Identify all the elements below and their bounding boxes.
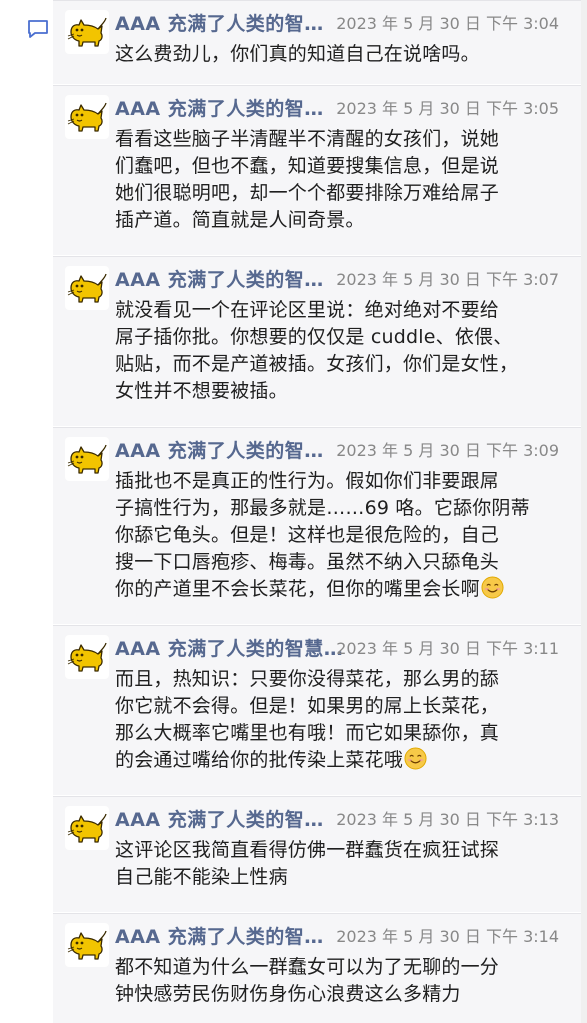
comment-text: 这么费劲儿，你们真的知道自己在说啥吗。 — [115, 41, 555, 68]
comment-line: 插产道。简直就是人间奇景。 — [115, 209, 365, 231]
avatar[interactable] — [65, 95, 109, 139]
smiling-face-emoji-icon — [481, 576, 504, 599]
comment-line: 搜一下口唇疱疹、梅毒。虽然不纳入只舔龟头 — [115, 551, 500, 573]
comment-item[interactable]: AAA 充满了人类的智… 2023 年 5 月 30 日 下午 3:04 这么费… — [53, 0, 587, 84]
comment-text: 就没看见一个在评论区里说：绝对绝对不要给 屌子插你批。你想要的仅仅是 cuddl… — [115, 297, 555, 405]
yellow-cat-avatar-icon — [65, 95, 109, 139]
comment-line: 就没看见一个在评论区里说：绝对绝对不要给 — [115, 299, 500, 321]
avatar[interactable] — [65, 635, 109, 679]
comment-line: 看看这些脑子半清醒半不清醒的女孩们，说她 — [115, 128, 500, 150]
comment-thread: AAA 充满了人类的智… 2023 年 5 月 30 日 下午 3:04 这么费… — [53, 0, 587, 1023]
comment-timestamp: 2023 年 5 月 30 日 下午 3:13 — [336, 810, 559, 829]
yellow-cat-avatar-icon — [65, 10, 109, 54]
comment-line: 钟快感劳民伤财伤身伤心浪费这么多精力 — [115, 983, 461, 1005]
comment-line: 屌子插你批。你想要的仅仅是 cuddle、依偎、 — [115, 326, 513, 348]
yellow-cat-avatar-icon — [65, 437, 109, 481]
comment-author[interactable]: AAA 充满了人类的智… — [115, 922, 324, 949]
comment-text: 这评论区我简直看得仿佛一群蠢货在疯狂试探 自己能不能染上性病 — [115, 837, 555, 891]
comment-item[interactable]: AAA 充满了人类的智… 2023 年 5 月 30 日 下午 3:13 这评论… — [53, 796, 587, 912]
comment-line: 这么费劲儿，你们真的知道自己在说啥吗。 — [115, 43, 480, 65]
comment-line: 自己能不能染上性病 — [115, 866, 288, 888]
yellow-cat-avatar-icon — [65, 635, 109, 679]
comment-line: 那么大概率它嘴里也有哦！而它如果舔你，真 — [115, 722, 500, 744]
comment-timestamp: 2023 年 5 月 30 日 下午 3:07 — [336, 270, 559, 289]
smiling-face-emoji-icon — [404, 747, 427, 770]
comment-author[interactable]: AAA 充满了人类的智… — [115, 805, 324, 832]
comment-line: 你它就不会得。但是！如果男的屌上长菜花， — [115, 695, 500, 717]
comment-item[interactable]: AAA 充满了人类的智… 2023 年 5 月 30 日 下午 3:07 就没看… — [53, 256, 587, 426]
avatar[interactable] — [65, 437, 109, 481]
comment-line: 们蠢吧，但也不蠢，知道要搜集信息，但是说 — [115, 155, 500, 177]
comment-line: 都不知道为什么一群蠢女可以为了无聊的一分 — [115, 956, 500, 978]
comment-text: 都不知道为什么一群蠢女可以为了无聊的一分 钟快感劳民伤财伤身伤心浪费这么多精力 — [115, 954, 555, 1008]
avatar[interactable] — [65, 923, 109, 967]
comment-item[interactable]: AAA 充满了人类的智… 2023 年 5 月 30 日 下午 3:14 都不知… — [53, 913, 587, 1023]
comment-timestamp: 2023 年 5 月 30 日 下午 3:09 — [336, 441, 559, 460]
comment-line: 贴贴，而不是产道被插。女孩们，你们是女性， — [115, 353, 519, 375]
comment-item[interactable]: AAA 充满了人类的智慧… 2023 年 5 月 30 日 下午 3:11 而且… — [53, 625, 587, 795]
comment-line: 你舔它龟头。但是！这样也是很危险的，自己 — [115, 524, 500, 546]
comment-timestamp: 2023 年 5 月 30 日 下午 3:05 — [336, 99, 559, 118]
comment-author[interactable]: AAA 充满了人类的智… — [115, 265, 324, 292]
yellow-cat-avatar-icon — [65, 806, 109, 850]
comment-timestamp: 2023 年 5 月 30 日 下午 3:04 — [336, 14, 559, 33]
avatar[interactable] — [65, 266, 109, 310]
comment-line: 你的产道里不会长菜花，但你的嘴里会长啊 — [115, 576, 555, 603]
comment-line: 而且，热知识：只要你没得菜花，那么男的舔 — [115, 668, 500, 690]
comment-text: 插批也不是真正的性行为。假如你们非要跟屌 子搞性行为，那最多就是……69 咯。它… — [115, 468, 555, 603]
yellow-cat-avatar-icon — [65, 923, 109, 967]
comment-line-text: 的会通过嘴给你的批传染上菜花哦 — [115, 749, 404, 771]
comment-item[interactable]: AAA 充满了人类的智… 2023 年 5 月 30 日 下午 3:09 插批也… — [53, 427, 587, 624]
comment-text: 而且，热知识：只要你没得菜花，那么男的舔 你它就不会得。但是！如果男的屌上长菜花… — [115, 666, 555, 774]
comment-line: 的会通过嘴给你的批传染上菜花哦 — [115, 747, 555, 774]
comment-line: 女性并不想要被插。 — [115, 380, 288, 402]
avatar[interactable] — [65, 806, 109, 850]
comment-item[interactable]: AAA 充满了人类的智… 2023 年 5 月 30 日 下午 3:05 看看这… — [53, 85, 587, 255]
comment-author[interactable]: AAA 充满了人类的智… — [115, 436, 324, 463]
comment-line: 她们很聪明吧，却一个个都要排除万难给屌子 — [115, 182, 500, 204]
comment-author[interactable]: AAA 充满了人类的智慧… — [115, 634, 343, 661]
comment-line-text: 你的产道里不会长菜花，但你的嘴里会长啊 — [115, 578, 480, 600]
comment-timestamp: 2023 年 5 月 30 日 下午 3:11 — [336, 639, 559, 658]
avatar[interactable] — [65, 10, 109, 54]
scrollbar[interactable] — [581, 0, 587, 1023]
comment-text: 看看这些脑子半清醒半不清醒的女孩们，说她 们蠢吧，但也不蠢，知道要搜集信息，但是… — [115, 126, 555, 234]
comment-timestamp: 2023 年 5 月 30 日 下午 3:14 — [336, 927, 559, 946]
comment-author[interactable]: AAA 充满了人类的智… — [115, 9, 324, 36]
comment-icon[interactable] — [27, 19, 49, 39]
yellow-cat-avatar-icon — [65, 266, 109, 310]
comment-author[interactable]: AAA 充满了人类的智… — [115, 94, 324, 121]
comment-line: 子搞性行为，那最多就是……69 咯。它舔你阴蒂 — [115, 497, 530, 519]
comment-line: 插批也不是真正的性行为。假如你们非要跟屌 — [115, 470, 500, 492]
comment-line: 这评论区我简直看得仿佛一群蠢货在疯狂试探 — [115, 839, 500, 861]
